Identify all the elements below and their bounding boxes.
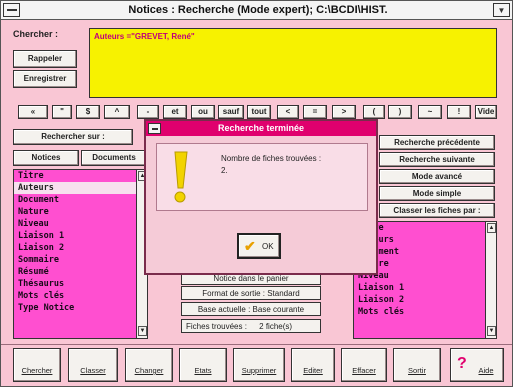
title-bar: Notices : Recherche (Mode expert); C:\BC…	[1, 1, 512, 20]
operator-button[interactable]: !	[447, 105, 471, 119]
system-menu-icon[interactable]	[3, 3, 20, 17]
operator-button[interactable]: >	[332, 105, 356, 119]
scroll-down-icon[interactable]: ▼	[487, 326, 496, 336]
query-field[interactable]: Auteurs ="GREVET, René"	[89, 28, 497, 98]
right-list-scrollbar[interactable]: ▲ ▼	[485, 222, 496, 338]
previous-search-button[interactable]: Recherche précédente	[379, 135, 495, 150]
operator-button[interactable]: )	[388, 105, 412, 119]
editer-button[interactable]: Editer	[291, 348, 335, 382]
dialog-title: Recherche terminée	[146, 121, 376, 136]
list-item[interactable]: Document	[14, 194, 136, 206]
list-item[interactable]: Liaison 2	[14, 242, 136, 254]
found-value: 2 fiche(s)	[259, 322, 293, 331]
operator-button[interactable]: ~	[418, 105, 442, 119]
operator-button[interactable]: -	[137, 105, 159, 119]
checkmark-icon: ✔	[244, 238, 256, 254]
simple-mode-button[interactable]: Mode simple	[379, 186, 495, 201]
operator-button[interactable]: "	[52, 105, 72, 119]
found-count-field: Fiches trouvées : 2 fiche(s)	[181, 319, 321, 333]
toolbar-label: Chercher	[21, 366, 53, 375]
toolbar-label: Etats	[194, 366, 212, 375]
dialog-message-line1: Nombre de fiches trouvées :	[221, 154, 322, 163]
effacer-button[interactable]: Effacer	[341, 348, 387, 382]
dialog-system-menu-icon[interactable]	[148, 123, 161, 134]
dialog-message-line2: 2.	[221, 166, 228, 175]
chercher-button[interactable]: Chercher	[13, 348, 61, 382]
list-item[interactable]: Titre	[14, 170, 136, 182]
list-item[interactable]: Niveau	[14, 218, 136, 230]
list-item[interactable]: Liaison 1	[14, 230, 136, 242]
operator-button[interactable]: $	[76, 105, 100, 119]
toolbar-label: Aide	[478, 366, 494, 375]
supprimer-button[interactable]: Supprimer	[233, 348, 285, 382]
window-title: Notices : Recherche (Mode expert); C:\BC…	[128, 4, 388, 16]
list-item[interactable]: Sommaire	[14, 254, 136, 266]
list-item[interactable]: Résumé	[14, 266, 136, 278]
dialog-message-panel: Nombre de fiches trouvées : 2.	[156, 143, 368, 211]
output-format-field[interactable]: Format de sortie : Standard	[181, 286, 321, 300]
list-item[interactable]: Liaison 2	[354, 294, 484, 306]
search-on-label: Rechercher sur :	[13, 129, 133, 145]
enregistrer-button[interactable]: Enregistrer	[13, 70, 77, 88]
help-icon: ?	[457, 355, 467, 372]
ok-button[interactable]: ✔ OK	[237, 233, 281, 259]
search-label: Chercher :	[13, 29, 59, 39]
tab-documents[interactable]: Documents	[81, 150, 147, 166]
next-search-button[interactable]: Recherche suivante	[379, 152, 495, 167]
main-window: Notices : Recherche (Mode expert); C:\BC…	[0, 0, 513, 387]
operator-button[interactable]: tout	[247, 105, 271, 119]
toolbar-label: Editer	[303, 366, 323, 375]
rappeler-button[interactable]: Rappeler	[13, 50, 77, 68]
scroll-down-icon[interactable]: ▼	[138, 326, 147, 336]
operator-button[interactable]: =	[303, 105, 327, 119]
current-base-field[interactable]: Base actuelle : Base courante	[181, 302, 321, 316]
scroll-up-icon[interactable]: ▲	[487, 223, 496, 233]
toolbar-label: Effacer	[352, 366, 376, 375]
toolbar-label: Sortir	[408, 366, 426, 375]
list-item[interactable]: Mots clés	[354, 306, 484, 318]
sortir-button[interactable]: Sortir	[393, 348, 441, 382]
changer-button[interactable]: Changer	[125, 348, 173, 382]
list-item[interactable]: Mots clés	[14, 290, 136, 302]
etats-button[interactable]: Etats	[179, 348, 227, 382]
list-item[interactable]: Auteurs	[14, 182, 136, 194]
list-item[interactable]: Thésaurus	[14, 278, 136, 290]
minimize-icon[interactable]: ▼	[493, 3, 510, 17]
list-item[interactable]: Nature	[14, 206, 136, 218]
toolbar-label: Changer	[134, 366, 164, 375]
operator-button[interactable]: (	[363, 105, 385, 119]
advanced-mode-button[interactable]: Mode avancé	[379, 169, 495, 184]
operator-button[interactable]: ou	[191, 105, 215, 119]
toolbar-label: Supprimer	[241, 366, 277, 375]
operator-button[interactable]: <	[277, 105, 299, 119]
query-text: Auteurs ="GREVET, René"	[94, 32, 195, 41]
list-item[interactable]: Type Notice	[14, 302, 136, 314]
sort-label: Classer les fiches par :	[379, 203, 495, 218]
list-item[interactable]: Liaison 1	[354, 282, 484, 294]
exclamation-icon	[174, 151, 188, 203]
operator-button[interactable]: Vide	[475, 105, 497, 119]
operator-button[interactable]: ^	[104, 105, 130, 119]
toolbar-label: Classer	[80, 366, 106, 375]
operator-button[interactable]: et	[163, 105, 187, 119]
search-complete-dialog: Recherche terminée Nombre de fiches trou…	[144, 119, 378, 275]
tab-notices[interactable]: Notices	[13, 150, 79, 166]
search-field-list[interactable]: Titre Auteurs Document Nature Niveau Liaison …	[13, 169, 148, 339]
operator-button[interactable]: sauf	[218, 105, 244, 119]
aide-button[interactable]: Aide?	[450, 348, 504, 382]
operator-button[interactable]: «	[18, 105, 48, 119]
ok-label: OK	[262, 242, 274, 251]
classer-button[interactable]: Classer	[68, 348, 118, 382]
found-label: Fiches trouvées :	[186, 322, 247, 331]
